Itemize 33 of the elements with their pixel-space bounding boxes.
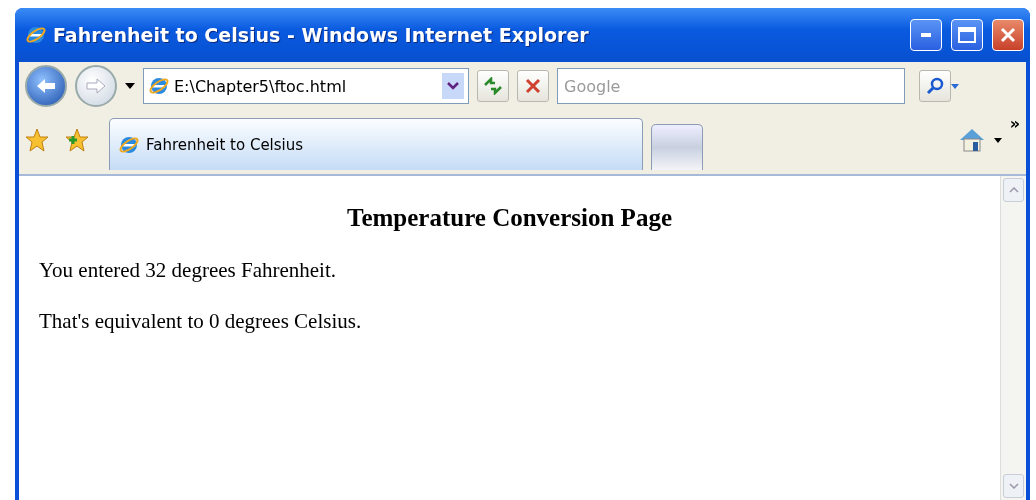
stop-icon [525,78,541,94]
page-paragraph: That's equivalent to 0 degrees Celsius. [39,309,363,334]
search-icon [926,77,944,95]
refresh-icon [483,77,503,95]
caret-icon[interactable] [125,83,135,89]
close-button[interactable] [992,19,1024,51]
down-chevron-icon [1008,483,1019,489]
address-field[interactable]: E:\Chapter5\ftoc.html [143,68,469,104]
minimize-button[interactable] [910,19,942,51]
left-arrow-icon [35,77,57,95]
tab[interactable]: Fahrenheit to Celsius [109,118,643,170]
search-button[interactable] [919,70,951,102]
star-icon[interactable] [25,128,49,152]
caret-icon[interactable] [993,137,1002,143]
browser-logo-icon [25,24,47,46]
maximize-button[interactable] [951,19,983,51]
dropdown-icon[interactable] [442,73,464,99]
right-arrow-icon [85,77,107,95]
page-paragraph: You entered 32 degrees Fahrenheit. [39,258,338,283]
new-tab[interactable] [651,124,703,170]
add-favorite-icon[interactable] [65,128,89,152]
back-button[interactable] [25,65,67,107]
more-tools-button[interactable]: » [1009,114,1020,133]
page-heading: Temperature Conversion Page [346,204,673,232]
window-title: Fahrenheit to Celsius - Windows Internet Explorer [53,24,590,46]
close-icon [1000,27,1016,43]
up-chevron-icon [1008,187,1019,193]
stop-button[interactable] [517,70,549,102]
search-field[interactable]: Google [557,68,905,104]
minimize-icon [921,33,931,37]
refresh-button[interactable] [477,70,509,102]
maximize-icon [958,27,976,43]
browser-logo-icon [148,75,170,97]
